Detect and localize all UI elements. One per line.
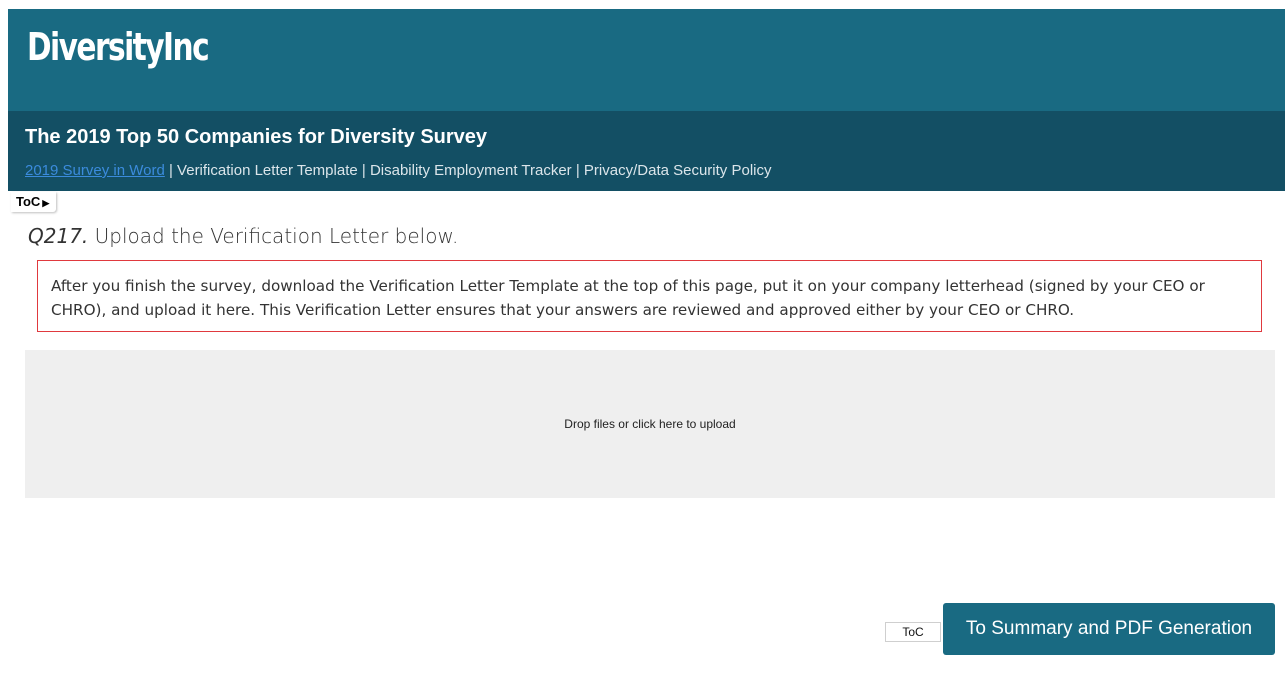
play-arrow-icon: ▶ <box>42 198 50 208</box>
link-separator: | <box>571 162 584 179</box>
logo-bar: DiversityInc <box>8 9 1285 111</box>
privacy-policy-link[interactable]: Privacy/Data Security Policy <box>584 162 772 179</box>
question-text: Upload the Verification Letter below. <box>88 224 459 248</box>
toc-toggle-tab[interactable]: ToC ▶ <box>11 192 57 212</box>
diversityinc-logo[interactable]: DiversityInc <box>27 25 210 69</box>
survey-header: The 2019 Top 50 Companies for Diversity … <box>8 111 1285 191</box>
question-number: Q217. <box>28 224 89 248</box>
disability-tracker-link[interactable]: Disability Employment Tracker <box>370 162 572 179</box>
file-upload-dropzone[interactable]: Drop files or click here to upload <box>25 350 1275 498</box>
top-strip <box>0 0 1285 9</box>
survey-in-word-link[interactable]: 2019 Survey in Word <box>25 162 165 179</box>
verification-letter-link[interactable]: Verification Letter Template <box>177 162 358 179</box>
survey-title: The 2019 Top 50 Companies for Diversity … <box>25 126 488 148</box>
to-summary-button[interactable]: To Summary and PDF Generation <box>943 603 1275 655</box>
upload-prompt: Drop files or click here to upload <box>564 417 736 431</box>
question-heading: Q217. Upload the Verification Letter bel… <box>28 224 458 248</box>
link-separator: | <box>357 162 370 179</box>
toc-tab-label: ToC <box>16 194 41 209</box>
link-separator: | <box>164 162 178 179</box>
toc-button[interactable]: ToC <box>885 622 941 642</box>
verification-instructions: After you finish the survey, download th… <box>37 260 1262 332</box>
header-links: 2019 Survey in Word | Verification Lette… <box>25 162 771 179</box>
